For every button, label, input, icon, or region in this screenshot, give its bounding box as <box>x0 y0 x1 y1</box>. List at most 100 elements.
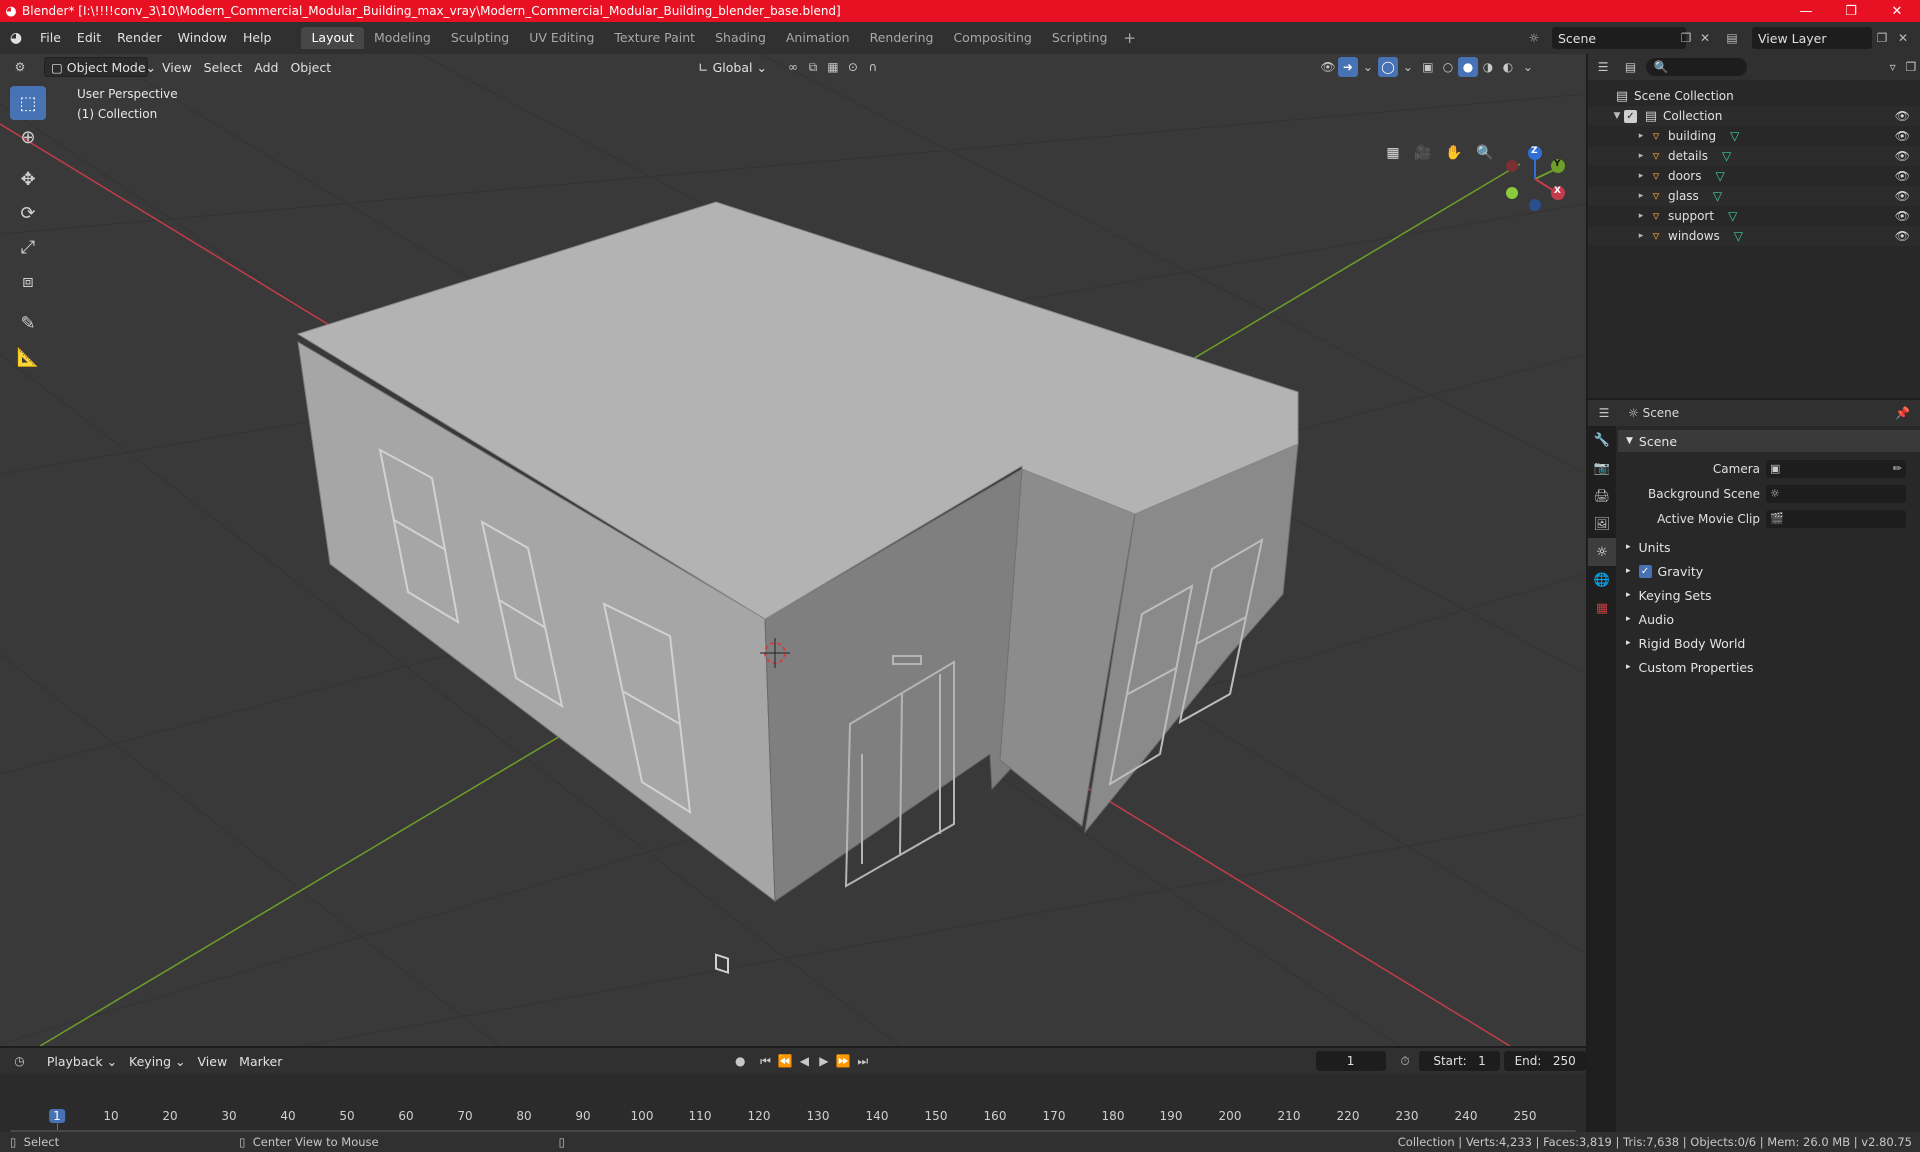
jump-keyframe-forward-icon[interactable]: ⏩ <box>834 1051 853 1071</box>
falloff-icon[interactable]: ∩ <box>863 57 883 77</box>
zoom-view-icon[interactable]: 🔍 <box>1472 140 1498 166</box>
play-icon[interactable]: ▶ <box>814 1051 833 1071</box>
timeline-ruler[interactable]: 1 10 20 30 40 50 60 70 80 90 100 110 120… <box>0 1074 1586 1144</box>
camera-view-icon[interactable]: 🎥 <box>1410 140 1436 166</box>
texture-tab-icon[interactable]: ▦ <box>1588 594 1616 622</box>
tab-shading[interactable]: Shading <box>705 27 776 49</box>
keying-sets-panel[interactable]: ▸ Keying Sets <box>1618 583 1920 607</box>
select-box-tool-icon[interactable]: ⬚ <box>10 86 46 120</box>
rendered-shading-icon[interactable]: ◐ <box>1498 57 1518 77</box>
shading-options-icon[interactable]: ⌄ <box>1518 57 1538 77</box>
world-tab-icon[interactable]: 🌐 <box>1588 566 1616 594</box>
outliner-scene-collection[interactable]: ▤ Scene Collection <box>1588 86 1920 106</box>
snap-target-icon[interactable]: ▦ <box>823 57 843 77</box>
mesh-data-icon[interactable]: ▽ <box>1722 149 1731 163</box>
cursor-tool-icon[interactable]: ⊕ <box>10 120 46 154</box>
scale-tool-icon[interactable]: ⤢ <box>10 230 46 264</box>
menu-render[interactable]: Render <box>109 27 170 49</box>
gizmo-toggle-icon[interactable]: ➜ <box>1337 57 1358 77</box>
outliner-item-details[interactable]: ▸ ▿ details ▽ 👁 <box>1588 146 1920 166</box>
measure-tool-icon[interactable]: 📐 <box>10 340 46 374</box>
eye-icon[interactable]: 👁 <box>1895 169 1910 183</box>
eyedropper-icon[interactable]: ✏ <box>1893 462 1902 475</box>
viewport-menu-view[interactable]: View <box>156 57 198 77</box>
proportional-edit-icon[interactable]: ⊙ <box>843 57 863 77</box>
mesh-data-icon[interactable]: ▽ <box>1716 169 1725 183</box>
scene-tab-icon[interactable]: ☼ <box>1588 538 1616 566</box>
properties-editor-type-icon[interactable]: ☰ <box>1594 403 1614 423</box>
overlay-options-icon[interactable]: ⌄ <box>1398 57 1418 77</box>
maximize-button[interactable]: ❐ <box>1828 0 1874 22</box>
outliner-item-support[interactable]: ▸ ▿ support ▽ 👁 <box>1588 206 1920 226</box>
material-shading-icon[interactable]: ◑ <box>1478 57 1498 77</box>
outliner-collection[interactable]: ▼ ✓ ▤ Collection 👁 <box>1588 106 1920 126</box>
tab-scripting[interactable]: Scripting <box>1042 27 1118 49</box>
rigid-body-world-panel[interactable]: ▸ Rigid Body World <box>1618 631 1920 655</box>
tab-uv-editing[interactable]: UV Editing <box>519 27 604 49</box>
background-scene-field[interactable]: ☼ <box>1766 484 1906 503</box>
tab-modeling[interactable]: Modeling <box>364 27 441 49</box>
timeline-menu-marker[interactable]: Marker <box>233 1051 288 1071</box>
pivot-icon[interactable]: ∞ <box>783 57 803 77</box>
output-tab-icon[interactable]: 🖨 <box>1588 482 1616 510</box>
expand-icon[interactable]: ▸ <box>1634 171 1648 181</box>
new-view-layer-icon[interactable]: ❐ <box>1872 27 1892 49</box>
mesh-data-icon[interactable]: ▽ <box>1728 209 1737 223</box>
eye-icon[interactable]: 👁 <box>1895 229 1910 243</box>
3d-viewport[interactable]: Z Y X ⚙ ▢ Object Mode ⌄ View Select Add … <box>0 54 1586 1046</box>
camera-field[interactable]: ▣ ✏ <box>1766 459 1906 478</box>
expand-icon[interactable]: ▸ <box>1634 191 1648 201</box>
tab-compositing[interactable]: Compositing <box>943 27 1041 49</box>
overlay-toggle-icon[interactable]: ◯ <box>1377 57 1398 77</box>
tab-layout[interactable]: Layout <box>301 27 364 49</box>
scene-browse-icon[interactable]: ☼ <box>1524 27 1544 49</box>
delete-scene-icon[interactable]: ✕ <box>1695 27 1715 49</box>
menu-edit[interactable]: Edit <box>69 27 109 49</box>
jump-start-icon[interactable]: ⏮ <box>756 1051 775 1071</box>
visibility-icon[interactable]: 👁 <box>1318 57 1338 77</box>
display-mode-icon[interactable]: ▤ <box>1621 57 1639 77</box>
eye-icon[interactable]: 👁 <box>1895 149 1910 163</box>
outliner-item-building[interactable]: ▸ ▿ building ▽ 👁 <box>1588 126 1920 146</box>
add-workspace-button[interactable]: + <box>1117 29 1142 47</box>
toggle-grid-view-icon[interactable]: ▦ <box>1380 140 1406 166</box>
viewport-menu-add[interactable]: Add <box>248 57 284 77</box>
new-scene-icon[interactable]: ❐ <box>1676 27 1696 49</box>
expand-icon[interactable]: ▸ <box>1634 131 1648 141</box>
orientation-select[interactable]: ∟ Global ⌄ <box>692 57 773 77</box>
scene-panel-header[interactable]: ▼ Scene <box>1618 430 1920 452</box>
gravity-checkbox[interactable]: ✓ <box>1638 564 1652 578</box>
play-reverse-icon[interactable]: ◀ <box>795 1051 814 1071</box>
close-window-button[interactable]: ✕ <box>1874 0 1920 22</box>
view-layer-tab-icon[interactable]: 🖼 <box>1588 510 1616 538</box>
view-layer-field[interactable]: View Layer <box>1752 27 1872 49</box>
outliner-search-input[interactable]: 🔍 <box>1645 58 1747 76</box>
solid-shading-icon[interactable]: ● <box>1457 57 1478 77</box>
menu-file[interactable]: File <box>32 27 69 49</box>
mesh-data-icon[interactable]: ▽ <box>1734 229 1743 243</box>
preview-range-icon[interactable]: ⏱ <box>1395 1051 1414 1071</box>
timeline-menu-keying[interactable]: Keying ⌄ <box>123 1051 191 1071</box>
view-layer-browse-icon[interactable]: ▤ <box>1722 27 1742 49</box>
gizmo-options-icon[interactable]: ⌄ <box>1358 57 1378 77</box>
current-frame-field[interactable]: 1 <box>1315 1051 1386 1071</box>
tab-texture-paint[interactable]: Texture Paint <box>604 27 705 49</box>
new-collection-icon[interactable]: ❐ <box>1902 57 1920 77</box>
audio-panel[interactable]: ▸ Audio <box>1618 607 1920 631</box>
outliner-editor-type-icon[interactable]: ☰ <box>1594 57 1612 77</box>
scene-name-field[interactable]: Scene <box>1552 27 1686 49</box>
menu-window[interactable]: Window <box>170 27 235 49</box>
eye-icon[interactable]: 👁 <box>1895 109 1910 123</box>
outliner-item-doors[interactable]: ▸ ▿ doors ▽ 👁 <box>1588 166 1920 186</box>
move-tool-icon[interactable]: ✥ <box>10 162 46 196</box>
blender-menu-icon[interactable]: ◕ <box>0 22 32 54</box>
jump-keyframe-back-icon[interactable]: ⏪ <box>775 1051 794 1071</box>
expand-icon[interactable]: ▸ <box>1634 231 1648 241</box>
collapse-icon[interactable]: ▼ <box>1610 111 1624 121</box>
jump-end-icon[interactable]: ⏭ <box>853 1051 872 1071</box>
render-tab-icon[interactable]: 📷 <box>1588 454 1616 482</box>
snap-icon[interactable]: ⧉ <box>803 57 823 77</box>
gravity-panel[interactable]: ▸ ✓ Gravity <box>1618 559 1920 583</box>
delete-view-layer-icon[interactable]: ✕ <box>1893 27 1913 49</box>
outliner-item-windows[interactable]: ▸ ▿ windows ▽ 👁 <box>1588 226 1920 246</box>
